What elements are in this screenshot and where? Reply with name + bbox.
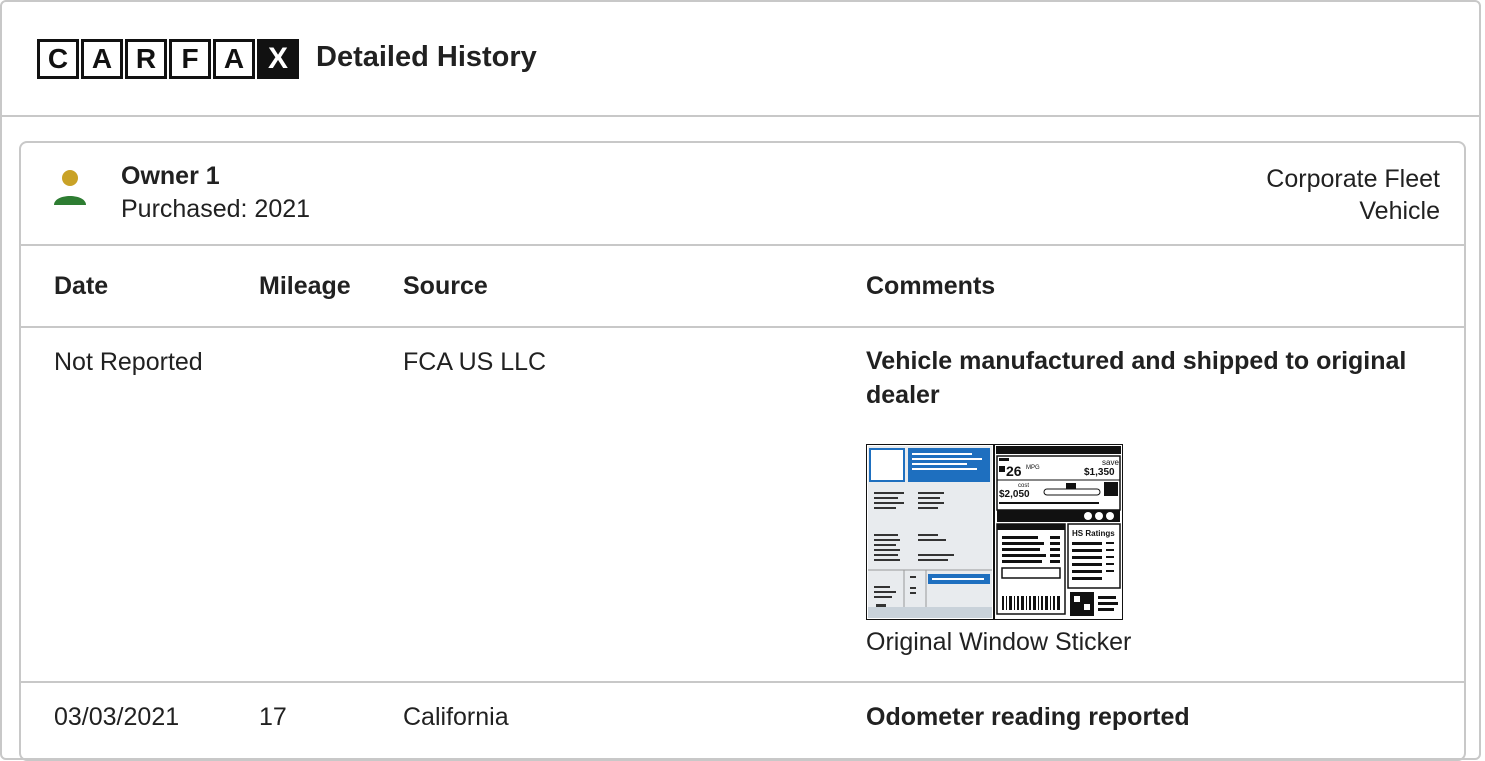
window-sticker-link[interactable]: Original Window Sticker <box>866 628 1131 657</box>
row-date: 03/03/2021 <box>54 703 180 731</box>
sticker-save-amount: $1,350 <box>1084 467 1115 478</box>
table-row: Not Reported FCA US LLC Vehicle manufact… <box>21 328 1464 683</box>
header-date: Date <box>54 272 109 300</box>
owner-history-card: Owner 1 Purchased: 2021 Corporate Fleet … <box>19 141 1466 761</box>
carfax-logo: C A R F A X <box>37 39 301 81</box>
owner-purchased: Purchased: 2021 <box>121 195 311 223</box>
owner-summary: Owner 1 Purchased: 2021 Corporate Fleet … <box>21 143 1464 246</box>
report-header: C A R F A X Detailed History <box>2 2 1481 117</box>
page-title: Detailed History <box>316 41 537 73</box>
header-comments: Comments <box>866 272 996 300</box>
row-mileage: 17 <box>259 703 287 731</box>
logo-letter: F <box>169 39 211 79</box>
logo-letter: C <box>37 39 79 79</box>
owner-name: Owner 1 <box>121 162 220 190</box>
sticker-mpg: 26 <box>1006 463 1022 479</box>
owner-type: Corporate Fleet Vehicle <box>1266 165 1440 225</box>
logo-letter: A <box>213 39 255 79</box>
sticker-mpg-unit: MPG <box>1026 465 1040 471</box>
sticker-ratings-label: HS Ratings <box>1072 529 1115 538</box>
history-table-header: Date Mileage Source Comments <box>21 246 1464 328</box>
header-mileage: Mileage <box>259 272 351 300</box>
logo-letter: R <box>125 39 167 79</box>
row-source: California <box>403 703 509 731</box>
sticker-cost-amount: $2,050 <box>999 489 1030 500</box>
sticker-save-label: save <box>1102 458 1119 467</box>
row-comment: Vehicle manufactured and shipped to orig… <box>866 347 1407 409</box>
owner-avatar-icon <box>54 170 86 205</box>
row-source: FCA US LLC <box>403 348 547 376</box>
window-sticker-thumbnail[interactable]: 26 MPG save $1,350 cost $2,050 HS Rating… <box>866 444 1123 620</box>
row-comment: Odometer reading reported <box>866 703 1190 731</box>
table-row: 03/03/2021 17 California Odometer readin… <box>21 683 1464 753</box>
logo-letter: X <box>257 39 299 79</box>
row-date: Not Reported <box>54 348 203 376</box>
logo-letter: A <box>81 39 123 79</box>
header-source: Source <box>403 272 488 300</box>
